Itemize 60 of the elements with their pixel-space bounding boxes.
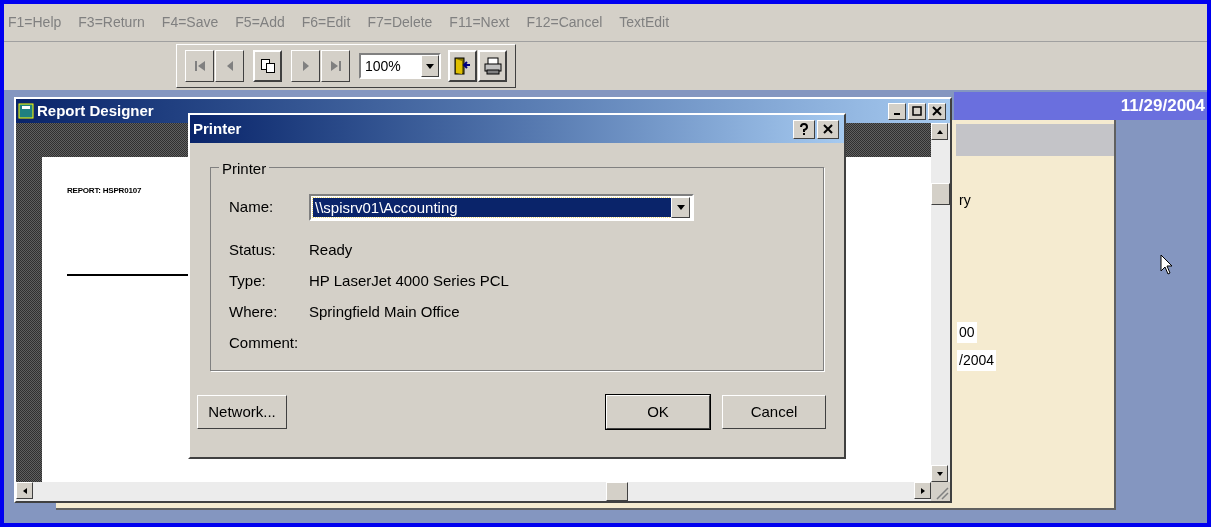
menu-item[interactable]: F7=Delete (367, 12, 433, 33)
menu-item[interactable]: F1=Help (8, 12, 62, 33)
menu-item[interactable]: F6=Edit (301, 12, 351, 33)
app-icon (18, 103, 34, 119)
date-label: 11/29/2004 (1120, 95, 1205, 118)
scroll-thumb[interactable] (931, 183, 950, 205)
field-label: Where: (229, 302, 279, 323)
minimize-button[interactable] (888, 102, 906, 120)
print-button[interactable] (478, 50, 507, 82)
field-label: Type: (229, 271, 267, 292)
field-value: HP LaserJet 4000 Series PCL (309, 271, 509, 292)
field-text: ry (958, 191, 972, 210)
dialog-button[interactable]: Cancel (722, 395, 826, 429)
caret-icon (676, 205, 685, 210)
maximize-button[interactable] (908, 102, 926, 120)
printer-icon (482, 56, 503, 76)
horizontal-scrollbar[interactable] (16, 482, 931, 501)
minimize-icon (894, 113, 900, 115)
field-text: 00 (957, 322, 977, 343)
question-mark-icon (800, 123, 808, 135)
field-label: Name: (229, 197, 275, 218)
door-exit-icon (452, 56, 473, 76)
mouse-pointer-icon (1160, 254, 1174, 276)
exit-button[interactable] (448, 50, 477, 82)
menu-item[interactable]: F4=Save (161, 12, 219, 33)
report-id-text: REPORT: HSPR0107 (67, 185, 142, 197)
pages-icon (259, 58, 276, 74)
dialog-button[interactable]: OK (606, 395, 710, 429)
maximize-icon (912, 106, 922, 116)
field-value: Ready (309, 240, 353, 261)
window-title: Report Designer (37, 100, 154, 121)
scroll-up-button[interactable] (931, 123, 948, 140)
close-button[interactable] (928, 102, 946, 120)
field-value: Springfield Main Office (309, 302, 460, 323)
close-icon (932, 106, 942, 116)
zoom-select[interactable]: 100% (359, 53, 441, 79)
last-page-icon (328, 59, 343, 73)
vertical-scrollbar[interactable] (931, 123, 950, 482)
scroll-down-button[interactable] (931, 465, 948, 482)
next-page-icon (300, 59, 311, 73)
dialog-title: Printer (193, 118, 242, 139)
dialog-button[interactable]: Network... (197, 395, 287, 429)
help-button[interactable] (793, 119, 815, 139)
close-icon (823, 124, 833, 134)
menu-item[interactable]: F11=Next (449, 12, 510, 33)
menu-item[interactable]: TextEdit (619, 12, 670, 33)
scroll-thumb[interactable] (606, 482, 628, 501)
scroll-left-button[interactable] (16, 482, 33, 499)
caret-icon (426, 63, 434, 69)
close-button[interactable] (817, 119, 839, 139)
menu-item[interactable]: F3=Return (78, 12, 145, 33)
first-page-icon (192, 59, 207, 73)
printer-name-select[interactable]: \\spisrv01\Accounting (309, 194, 694, 221)
copy-button[interactable] (253, 50, 282, 82)
field-label: Comment: (229, 333, 295, 354)
menu-item[interactable]: F12=Cancel (526, 12, 603, 33)
scroll-right-button[interactable] (914, 482, 931, 499)
menu-item[interactable]: F5=Add (235, 12, 285, 33)
field-text: /2004 (957, 350, 997, 371)
field-label: Status: (229, 240, 277, 261)
